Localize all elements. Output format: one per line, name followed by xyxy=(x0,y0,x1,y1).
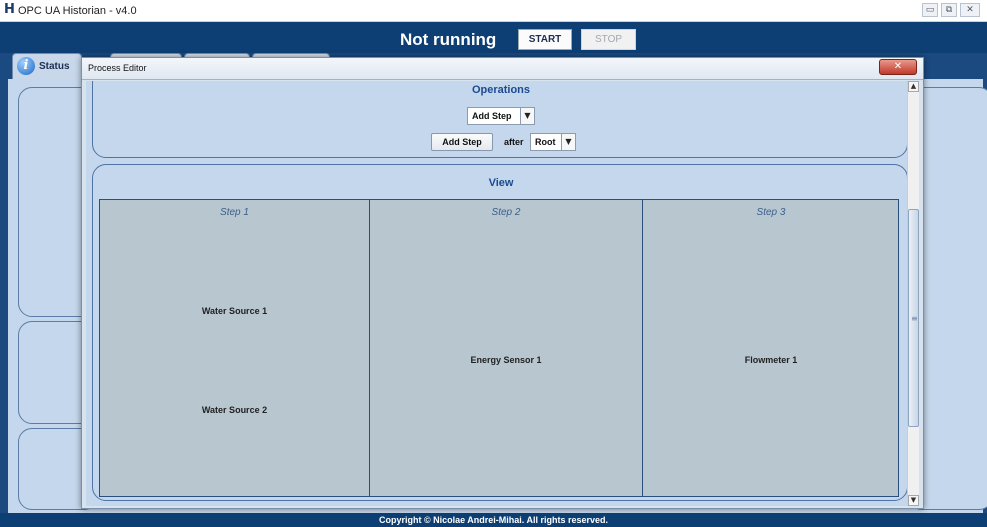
scroll-down-icon[interactable]: ▼ xyxy=(908,495,919,506)
add-step-button[interactable]: Add Step xyxy=(431,133,493,151)
chevron-down-icon[interactable]: ▼ xyxy=(520,108,534,124)
step-column: Step 3 Flowmeter 1 xyxy=(643,200,899,496)
step-column: Step 1 Water Source 1 Water Source 2 xyxy=(100,200,370,496)
copyright-text: Copyright © Nicolae Andrei-Mihai. All ri… xyxy=(378,515,608,525)
stop-button[interactable]: STOP xyxy=(581,29,636,50)
dialog-titlebar[interactable]: Process Editor ✕ xyxy=(82,58,923,80)
scrollbar-thumb[interactable]: ≡ xyxy=(908,209,919,427)
close-window-icon[interactable]: ✕ xyxy=(960,3,980,17)
after-select[interactable]: Root ▼ xyxy=(530,133,576,151)
chevron-down-icon[interactable]: ▼ xyxy=(561,134,575,150)
window-titlebar: H OPC UA Historian - v4.0 ▭ ⧉ ✕ xyxy=(0,0,987,22)
step-title: Step 1 xyxy=(220,207,249,218)
info-icon: i xyxy=(17,57,35,75)
maximize-icon[interactable]: ⧉ xyxy=(941,3,957,17)
operations-panel: Operations Add Step ▼ Add Step after Roo… xyxy=(92,81,908,158)
start-button[interactable]: START xyxy=(518,29,572,50)
scroll-up-icon[interactable]: ▲ xyxy=(908,81,919,92)
tab-status[interactable]: i Status xyxy=(12,53,82,79)
step-item[interactable]: Energy Sensor 1 xyxy=(370,355,642,365)
app-logo: H xyxy=(4,2,15,17)
vertical-scrollbar[interactable]: ▲ ≡ ▼ xyxy=(907,81,919,506)
operations-title: Operations xyxy=(471,84,531,96)
after-label: after xyxy=(504,137,524,147)
minimize-icon[interactable]: ▭ xyxy=(922,3,938,17)
step-item[interactable]: Water Source 1 xyxy=(100,306,369,316)
close-icon[interactable]: ✕ xyxy=(879,59,917,75)
steps-grid: Step 1 Water Source 1 Water Source 2 Ste… xyxy=(99,199,899,497)
process-editor-dialog: Process Editor ✕ Operations Add Step ▼ A… xyxy=(81,57,924,509)
app-footer: Copyright © Nicolae Andrei-Mihai. All ri… xyxy=(0,513,987,527)
operation-select[interactable]: Add Step ▼ xyxy=(467,107,535,125)
view-title: View xyxy=(488,177,514,189)
step-title: Step 3 xyxy=(756,207,786,218)
running-status: Not running xyxy=(400,30,497,49)
dialog-content: Operations Add Step ▼ Add Step after Roo… xyxy=(86,81,908,506)
dialog-title: Process Editor xyxy=(88,63,147,73)
step-item[interactable]: Flowmeter 1 xyxy=(643,355,899,365)
operation-select-value: Add Step xyxy=(472,111,512,121)
window-title: OPC UA Historian - v4.0 xyxy=(18,5,137,17)
tab-status-label: Status xyxy=(39,61,70,72)
step-column: Step 2 Energy Sensor 1 xyxy=(370,200,643,496)
step-item[interactable]: Water Source 2 xyxy=(100,405,369,415)
grip-icon: ≡ xyxy=(911,314,918,323)
view-panel: View Step 1 Water Source 1 Water Source … xyxy=(92,164,908,501)
step-title: Step 2 xyxy=(491,207,521,218)
after-select-value: Root xyxy=(535,137,556,147)
